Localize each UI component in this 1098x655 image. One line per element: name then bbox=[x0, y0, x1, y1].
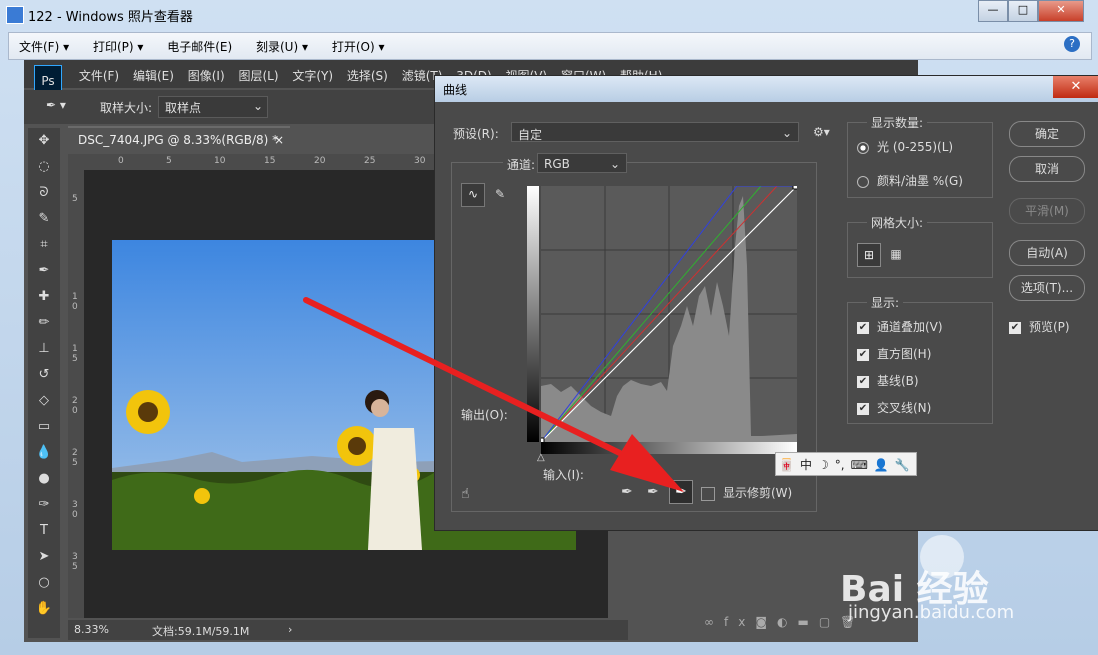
baidu-watermark-url: jingyan.baidu.com bbox=[848, 602, 1015, 623]
